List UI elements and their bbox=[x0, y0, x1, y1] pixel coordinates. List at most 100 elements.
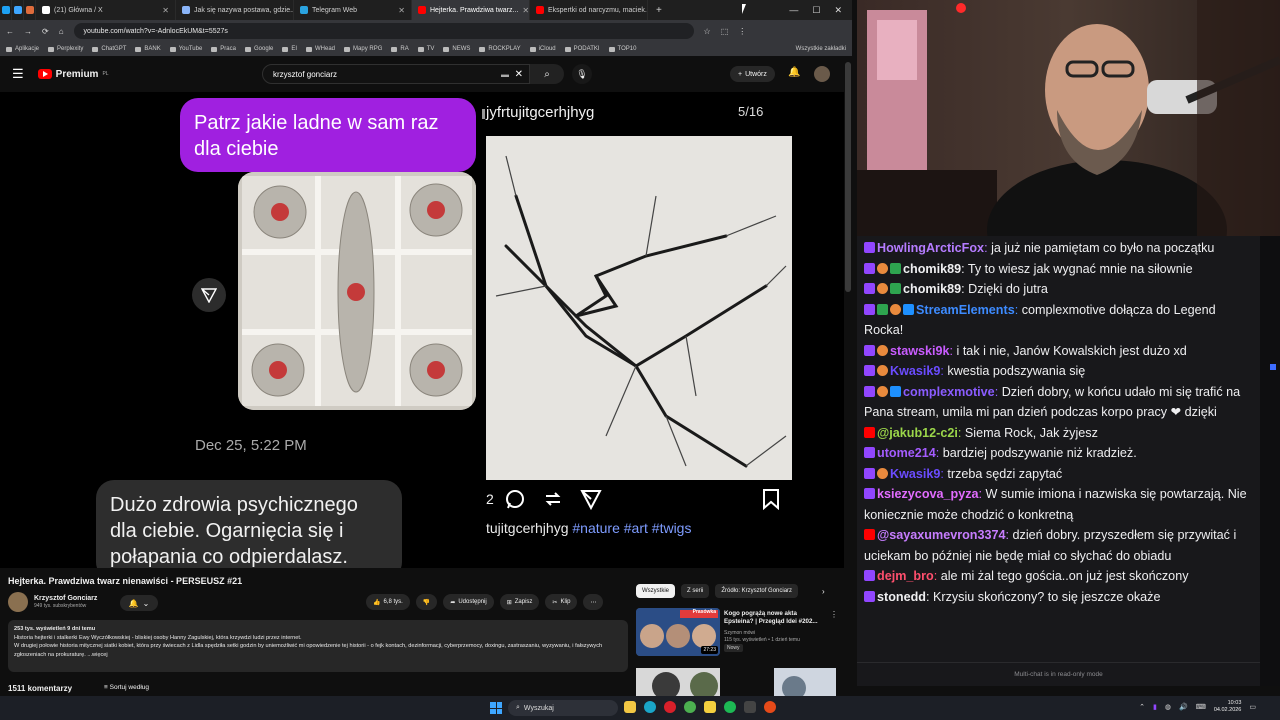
bookmark-item[interactable]: Perplexity bbox=[48, 46, 83, 52]
chrome-icon[interactable] bbox=[684, 701, 696, 713]
recommended-thumbnail[interactable]: 27:23 Prasówka bbox=[636, 608, 720, 656]
bookmark-item[interactable]: Aplikacje bbox=[6, 46, 39, 52]
tab-close-icon[interactable]: ✕ bbox=[162, 6, 169, 15]
chat-username[interactable]: Kwasik9 bbox=[890, 467, 940, 481]
bookmark-item[interactable]: EI bbox=[282, 46, 297, 52]
bookmark-item[interactable]: iCloud bbox=[529, 46, 556, 52]
notes-icon[interactable] bbox=[704, 701, 716, 713]
browser-tab[interactable]: Jak się nazywa postawa, gdzie...✕ bbox=[176, 0, 294, 20]
youtube-logo[interactable]: Premium PL bbox=[37, 69, 109, 80]
clear-search-icon[interactable]: ✕ bbox=[515, 69, 523, 80]
keyboard-icon[interactable]: ▬ bbox=[501, 70, 509, 79]
browser-tab[interactable]: (21) Główna / X ✕ bbox=[36, 0, 176, 20]
forward-icon[interactable]: → bbox=[24, 27, 32, 36]
bookmark-item[interactable]: WHead bbox=[306, 46, 335, 52]
hamburger-menu-icon[interactable]: ☰ bbox=[12, 66, 24, 82]
like-button[interactable]: 👍 6,8 tys. bbox=[366, 594, 410, 610]
channel-name[interactable]: Krzysztof Gonciarz bbox=[34, 595, 97, 602]
sort-comments-button[interactable]: ≡ Sortuj według bbox=[104, 684, 149, 691]
chevron-right-icon[interactable]: › bbox=[822, 587, 825, 596]
chat-username[interactable]: complexmotive bbox=[903, 385, 995, 399]
tab-close-icon[interactable]: ✕ bbox=[398, 6, 405, 15]
chat-username[interactable]: HowlingArcticFox bbox=[877, 241, 984, 255]
twitch-tray-icon[interactable]: ▮ bbox=[1153, 703, 1157, 711]
tab-close-icon[interactable]: ✕ bbox=[522, 6, 529, 15]
notifications-bell-icon[interactable]: 🔔 bbox=[788, 67, 800, 78]
maximize-icon[interactable]: ☐ bbox=[812, 5, 820, 16]
bookmark-item[interactable]: RA bbox=[391, 46, 409, 52]
bookmark-item[interactable]: Praca bbox=[211, 46, 236, 52]
chip-series[interactable]: Z serii bbox=[681, 584, 710, 598]
close-icon[interactable]: ✕ bbox=[834, 5, 842, 16]
repost-icon[interactable] bbox=[542, 488, 564, 510]
scrollbar-thumb[interactable] bbox=[845, 62, 851, 292]
spotify-icon[interactable] bbox=[724, 701, 736, 713]
taskbar-search[interactable]: ⌕ Wyszukaj bbox=[508, 700, 618, 716]
user-avatar[interactable] bbox=[814, 66, 830, 82]
save-button[interactable]: ⊞ Zapisz bbox=[499, 594, 540, 610]
chat-username[interactable]: chomik89 bbox=[903, 282, 961, 296]
minimize-icon[interactable]: — bbox=[789, 5, 798, 16]
bookmark-item[interactable]: ROCKPLAY bbox=[479, 46, 521, 52]
bookmark-item[interactable]: Mapy RPG bbox=[344, 46, 382, 52]
windows-start-icon[interactable] bbox=[490, 702, 502, 714]
chat-username[interactable]: chomik89 bbox=[903, 262, 961, 276]
bookmark-item[interactable]: TOP10 bbox=[608, 46, 636, 52]
browser-tab[interactable] bbox=[0, 0, 12, 20]
bookmark-item[interactable]: Google bbox=[244, 46, 273, 52]
more-options-icon[interactable]: ⋮ bbox=[830, 610, 838, 619]
search-button[interactable]: ⌕ bbox=[530, 64, 564, 84]
channel-avatar[interactable] bbox=[8, 592, 28, 612]
search-input[interactable]: krzysztof gonciarz ▬ ✕ bbox=[262, 64, 530, 84]
volume-icon[interactable]: 🔊 bbox=[1179, 703, 1188, 711]
send-icon[interactable] bbox=[580, 488, 602, 510]
browser-tab[interactable]: Telegram Web ✕ bbox=[294, 0, 412, 20]
language-icon[interactable]: ⌨ bbox=[1196, 703, 1206, 711]
more-actions-button[interactable]: ⋯ bbox=[583, 594, 604, 610]
create-button[interactable]: + Utwórz bbox=[730, 66, 775, 82]
bookmark-item[interactable]: TV bbox=[417, 46, 434, 52]
bookmark-item[interactable]: YouTube bbox=[169, 46, 202, 52]
video-player[interactable]: Patrz jakie ladne w sam raz dla ciebie D… bbox=[0, 92, 852, 568]
recommended-channel[interactable]: Szymon mówi bbox=[724, 630, 800, 637]
caption-tags[interactable]: #nature #art #twigs bbox=[572, 520, 691, 536]
reload-icon[interactable]: ⟳ bbox=[42, 27, 49, 36]
new-tab-icon[interactable]: + bbox=[648, 5, 670, 16]
chat-username[interactable]: dejm_bro bbox=[877, 569, 934, 583]
chip-all[interactable]: Wszystkie bbox=[636, 584, 675, 598]
download-icon[interactable] bbox=[744, 701, 756, 713]
recommended-video[interactable]: 27:23 Prasówka Kogo pogrążą nowe akta Ep… bbox=[636, 608, 838, 664]
chat-username[interactable]: utome214 bbox=[877, 446, 936, 460]
bookmark-item[interactable]: BANK bbox=[135, 46, 161, 52]
all-bookmarks[interactable]: Wszystkie zakładki bbox=[796, 46, 852, 52]
chip-source[interactable]: Źródło: Krzysztof Gonciarz bbox=[715, 584, 799, 598]
browser-icon[interactable] bbox=[764, 701, 776, 713]
chat-username[interactable]: stonedd bbox=[877, 590, 926, 604]
recommended-title[interactable]: Kogo pogrążą nowe akta Epsteina? | Przeg… bbox=[724, 610, 824, 626]
notifications-icon[interactable]: ▭ bbox=[1249, 703, 1256, 711]
network-icon[interactable]: ◍ bbox=[1165, 703, 1171, 711]
back-icon[interactable]: ← bbox=[6, 27, 14, 36]
dislike-button[interactable]: 👎 bbox=[415, 594, 438, 610]
bookmark-item[interactable]: NEWS bbox=[443, 46, 470, 52]
opera-icon[interactable] bbox=[664, 701, 676, 713]
chat-username[interactable]: stawski9k bbox=[890, 344, 950, 358]
comment-icon[interactable] bbox=[504, 488, 526, 510]
browser-tab[interactable] bbox=[12, 0, 24, 20]
clip-button[interactable]: ✂ Klip bbox=[545, 594, 578, 610]
browser-tab[interactable]: Ekspertki od narcyzmu, maciek...✕ bbox=[530, 0, 648, 20]
home-icon[interactable]: ⌂ bbox=[59, 27, 64, 36]
subscribed-button[interactable]: 🔔 ⌄ bbox=[120, 595, 158, 611]
forward-button[interactable] bbox=[192, 278, 226, 312]
tray-chevron-icon[interactable]: ⌃ bbox=[1139, 703, 1145, 711]
extensions-icon[interactable]: ⬚ bbox=[721, 27, 729, 36]
bookmark-item[interactable]: PODATKI bbox=[564, 46, 600, 52]
browser-tab[interactable]: Hejterka. Prawdziwa twarz... ✕ bbox=[412, 0, 530, 20]
file-explorer-icon[interactable] bbox=[624, 701, 636, 713]
chat-username[interactable]: @sayaxumevron3374 bbox=[877, 528, 1006, 542]
url-input[interactable]: youtube.com/watch?v=-AdnlocEkUM&t=5527s bbox=[73, 23, 694, 39]
voice-search-button[interactable]: 🎙 bbox=[572, 64, 592, 84]
menu-dots-icon[interactable]: ⋮ bbox=[738, 27, 746, 36]
edge-icon[interactable] bbox=[644, 701, 656, 713]
share-button[interactable]: ➦ Udostępnij bbox=[443, 594, 494, 610]
